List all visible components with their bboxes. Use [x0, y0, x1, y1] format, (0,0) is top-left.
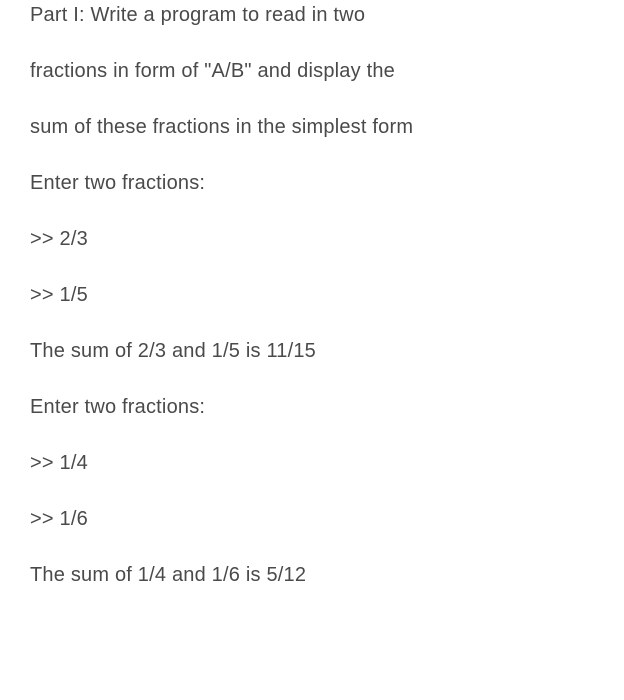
- example1-result: The sum of 2/3 and 1/5 is 11/15: [30, 336, 594, 366]
- example1-input1: >> 2/3: [30, 224, 594, 254]
- example1-input2: >> 1/5: [30, 280, 594, 310]
- example1-prompt: Enter two fractions:: [30, 168, 594, 198]
- example2-prompt: Enter two fractions:: [30, 392, 594, 422]
- intro-text-line2: fractions in form of "A/B" and display t…: [30, 56, 594, 86]
- example2-input1: >> 1/4: [30, 448, 594, 478]
- intro-text-line3: sum of these fractions in the simplest f…: [30, 112, 594, 142]
- example2-result: The sum of 1/4 and 1/6 is 5/12: [30, 560, 594, 590]
- intro-text-line1: Part I: Write a program to read in two: [30, 0, 594, 30]
- example2-input2: >> 1/6: [30, 504, 594, 534]
